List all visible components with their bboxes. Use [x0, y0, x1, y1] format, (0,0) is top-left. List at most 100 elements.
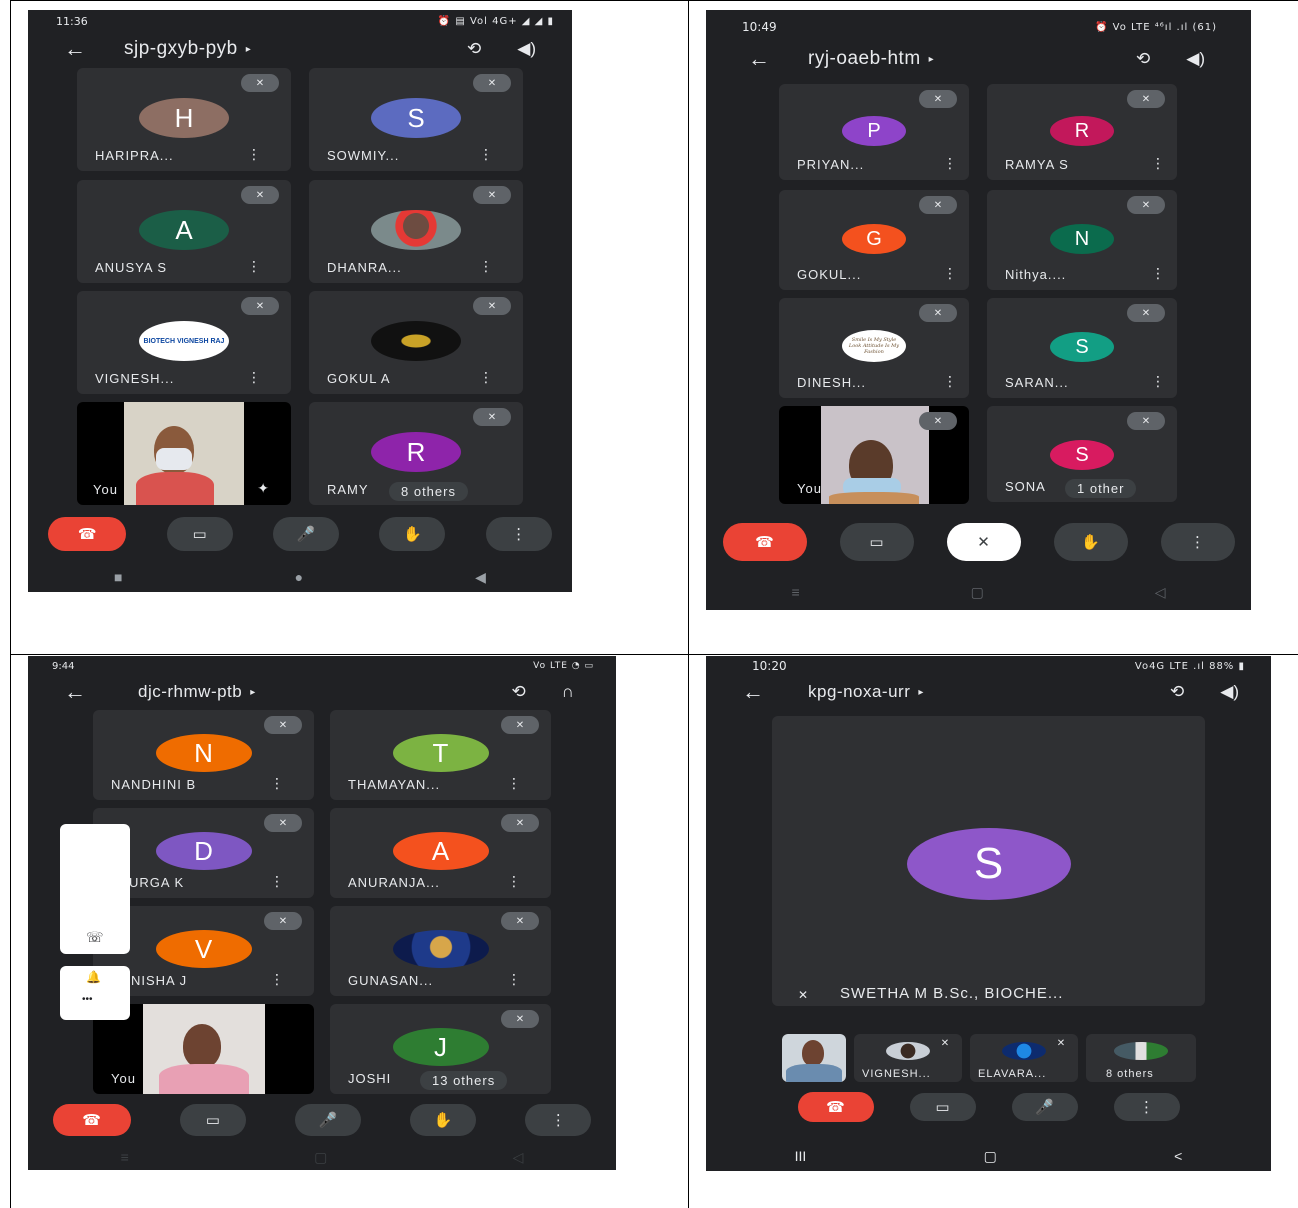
raise-hand-button[interactable]: ✋ [379, 517, 446, 551]
more-vert-icon[interactable]: ⋮ [270, 971, 284, 988]
participant-tile[interactable]: ✕ R RAMYA S ⋮ [987, 84, 1177, 180]
caret-right-icon[interactable]: ▸ [929, 54, 934, 65]
self-video-tile[interactable]: ✕ You [779, 406, 969, 504]
end-call-button[interactable]: ☎ [52, 1104, 131, 1136]
meeting-code[interactable]: kpg-noxa-urr [808, 682, 910, 702]
mic-toggle-button[interactable]: ✕ [946, 523, 1021, 561]
back-arrow-icon[interactable]: ← [742, 679, 778, 705]
more-vert-icon[interactable]: ⋮ [479, 369, 493, 386]
meeting-code[interactable]: djc-rhmw-ptb [138, 682, 242, 702]
more-vert-icon[interactable]: ⋮ [479, 146, 493, 163]
caret-right-icon[interactable]: ▸ [250, 687, 255, 698]
meeting-code[interactable]: ryj-oaeb-htm [808, 48, 921, 70]
participant-tile[interactable]: ✕ A ANURANJA... ⋮ [330, 808, 551, 898]
caret-right-icon[interactable]: ▸ [918, 687, 923, 698]
more-vert-icon[interactable]: ⋮ [1151, 155, 1165, 172]
self-video-thumb[interactable] [782, 1034, 846, 1082]
nav-home-icon[interactable]: ▢ [984, 1148, 997, 1165]
nav-menu-icon[interactable]: ≡ [121, 1149, 129, 1165]
more-vert-icon[interactable]: ⋮ [247, 258, 261, 275]
participant-tile[interactable]: ✕ N Nithya.... ⋮ [987, 190, 1177, 290]
others-chip[interactable]: 8 others [389, 482, 468, 501]
participant-tile[interactable]: ✕ R RAMY 8 others [309, 402, 523, 505]
participant-tile[interactable]: ✕ A ANUSYA S ⋮ [77, 180, 291, 283]
more-vert-icon[interactable]: ⋮ [270, 873, 284, 890]
more-vert-icon[interactable]: ⋮ [247, 369, 261, 386]
camera-flip-icon[interactable]: ⟲ [512, 682, 526, 702]
back-arrow-icon[interactable]: ← [748, 46, 784, 72]
side-call-popup[interactable]: ☏ [60, 824, 130, 954]
participant-tile[interactable]: ✕ GUNASAN... ⋮ [330, 906, 551, 996]
participant-tile[interactable]: ✕ P PRIYAN... ⋮ [779, 84, 969, 180]
mic-toggle-button[interactable]: 🎤 [272, 517, 339, 551]
participant-tile[interactable]: ✕ G GOKUL... ⋮ [779, 190, 969, 290]
camera-flip-icon[interactable]: ⟲ [1136, 49, 1150, 69]
phone-side-icon[interactable]: ☏ [86, 929, 104, 946]
more-vert-icon[interactable]: ⋮ [1151, 373, 1165, 390]
nav-recent-icon[interactable]: ■ [114, 569, 122, 585]
more-horiz-icon[interactable]: ••• [82, 994, 93, 1005]
back-arrow-icon[interactable]: ← [64, 36, 100, 62]
raise-hand-button[interactable]: ✋ [410, 1104, 477, 1136]
end-call-button[interactable]: ☎ [48, 517, 127, 551]
others-chip[interactable]: 1 other [1065, 479, 1137, 498]
more-vert-icon[interactable]: ⋮ [270, 775, 284, 792]
nav-menu-icon[interactable]: ≡ [791, 584, 799, 600]
participant-tile[interactable]: ✕ S SONA 1 other [987, 406, 1177, 502]
participant-tile[interactable]: ✕ Smile Is My Style Look Attitude Is My … [779, 298, 969, 398]
self-video-tile[interactable]: You ✦ [77, 402, 291, 505]
more-options-button[interactable]: ⋮ [485, 517, 552, 551]
nav-home-icon[interactable]: ▢ [314, 1149, 327, 1166]
participant-thumb[interactable]: ✕ ELAVARA... [970, 1034, 1078, 1082]
caret-right-icon[interactable]: ▸ [246, 44, 251, 55]
back-arrow-icon[interactable]: ← [64, 679, 100, 705]
nav-back-icon[interactable]: ◁ [513, 1149, 524, 1166]
others-thumb[interactable]: 8 others [1086, 1034, 1196, 1082]
participant-tile[interactable]: ✕ DHANRA... ⋮ [309, 180, 523, 283]
mic-toggle-button[interactable]: 🎤 [294, 1104, 361, 1136]
main-speaker-tile[interactable]: S ✕ SWETHA M B.Sc., BIOCHE... [772, 716, 1205, 1006]
participant-tile[interactable]: ✕ H HARIPRA... ⋮ [77, 68, 291, 171]
nav-back-icon[interactable]: < [1174, 1148, 1182, 1164]
camera-toggle-button[interactable]: ▭ [179, 1104, 246, 1136]
more-vert-icon[interactable]: ⋮ [1151, 265, 1165, 282]
nav-home-icon[interactable]: ● [295, 569, 303, 585]
camera-flip-icon[interactable]: ⟲ [1170, 682, 1184, 702]
more-options-button[interactable]: ⋮ [1113, 1093, 1180, 1121]
speaker-icon[interactable]: ◀) [1186, 49, 1205, 69]
participant-tile[interactable]: ✕ J JOSHI 13 others [330, 1004, 551, 1094]
participant-thumb[interactable]: ✕ VIGNESH... [854, 1034, 962, 1082]
more-vert-icon[interactable]: ⋮ [479, 258, 493, 275]
participant-tile[interactable]: ✕ S SOWMIY... ⋮ [309, 68, 523, 171]
speaker-icon[interactable]: ◀) [1220, 682, 1239, 702]
more-vert-icon[interactable]: ⋮ [507, 971, 521, 988]
speaker-icon[interactable]: ◀) [517, 39, 536, 59]
effects-sparkle-icon[interactable]: ✦ [257, 480, 269, 497]
more-vert-icon[interactable]: ⋮ [507, 873, 521, 890]
more-vert-icon[interactable]: ⋮ [943, 265, 957, 282]
participant-tile[interactable]: ✕ GOKUL A ⋮ [309, 291, 523, 394]
side-notification-popup[interactable]: 🔔 ••• [60, 966, 130, 1020]
participant-tile[interactable]: ✕ BIOTECH VIGNESH RAJ VIGNESH... ⋮ [77, 291, 291, 394]
participant-tile[interactable]: ✕ N NANDHINI B ⋮ [93, 710, 314, 800]
nav-back-icon[interactable]: ◀ [475, 569, 486, 586]
mic-toggle-button[interactable]: 🎤 [1011, 1093, 1078, 1121]
nav-home-icon[interactable]: ▢ [971, 584, 984, 601]
more-vert-icon[interactable]: ⋮ [943, 373, 957, 390]
more-vert-icon[interactable]: ⋮ [507, 775, 521, 792]
nav-back-icon[interactable]: ◁ [1155, 584, 1166, 601]
more-options-button[interactable]: ⋮ [525, 1104, 592, 1136]
nav-recent-icon[interactable]: III [795, 1148, 807, 1164]
participant-tile[interactable]: ✕ S SARAN... ⋮ [987, 298, 1177, 398]
raise-hand-button[interactable]: ✋ [1053, 523, 1128, 561]
meeting-code[interactable]: sjp-gxyb-pyb [124, 38, 238, 60]
more-options-button[interactable]: ⋮ [1160, 523, 1235, 561]
more-vert-icon[interactable]: ⋮ [247, 146, 261, 163]
camera-toggle-button[interactable]: ▭ [166, 517, 233, 551]
end-call-button[interactable]: ☎ [722, 523, 807, 561]
others-chip[interactable]: 13 others [420, 1071, 508, 1090]
participant-tile[interactable]: ✕ T THAMAYAN... ⋮ [330, 710, 551, 800]
camera-toggle-button[interactable]: ▭ [839, 523, 914, 561]
bell-icon[interactable]: 🔔 [86, 970, 101, 984]
camera-flip-icon[interactable]: ⟲ [467, 39, 481, 59]
